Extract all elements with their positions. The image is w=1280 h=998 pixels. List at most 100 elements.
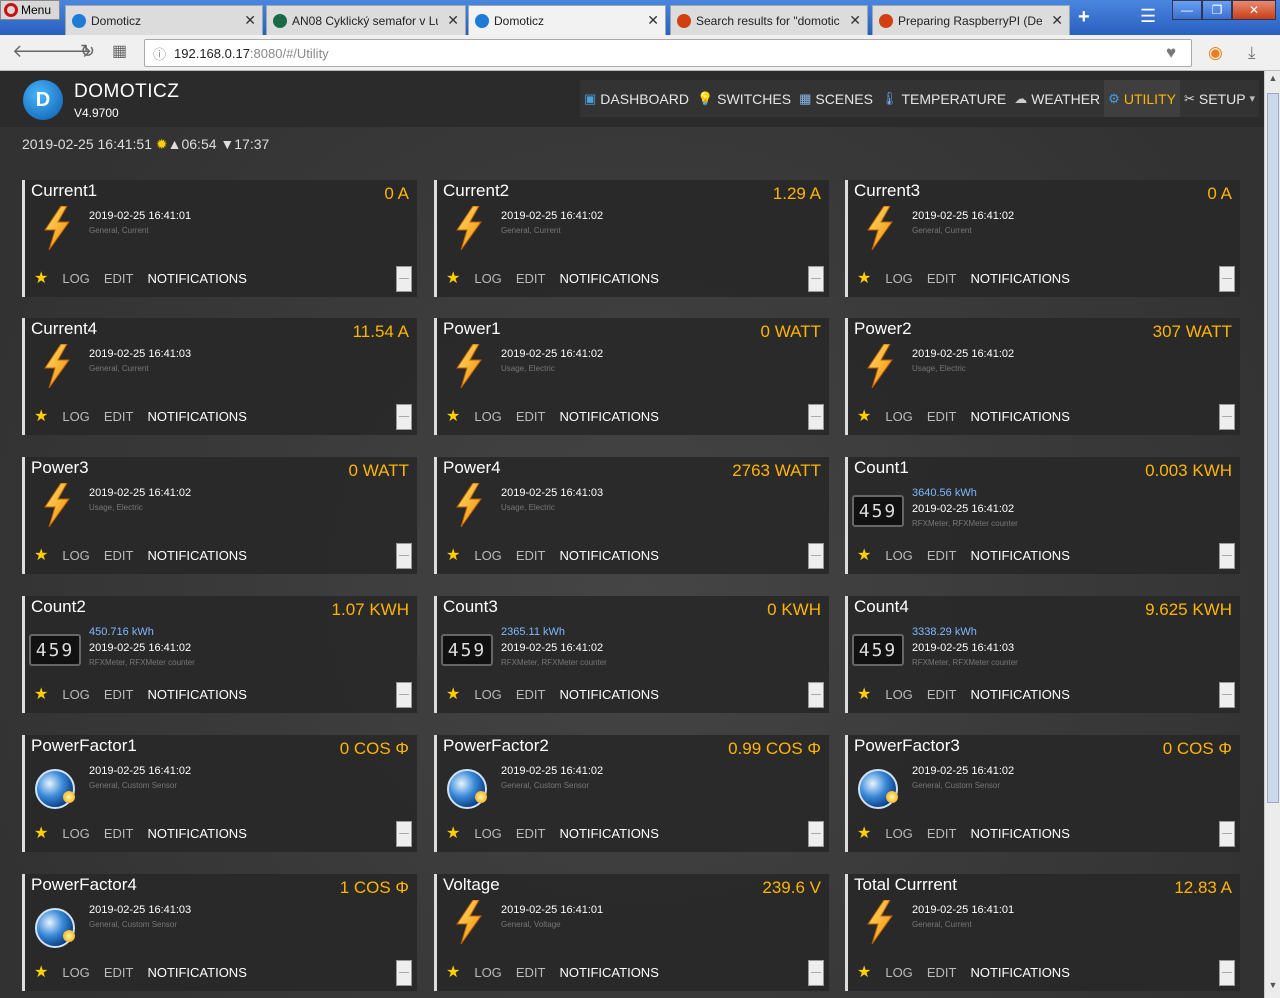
domoticz-logo-icon[interactable]: D: [23, 80, 63, 120]
notifications-link[interactable]: NOTIFICATIONS: [970, 687, 1069, 702]
log-link[interactable]: LOG: [62, 687, 89, 702]
favorite-star-icon[interactable]: ★: [857, 962, 871, 982]
edit-link[interactable]: EDIT: [104, 965, 134, 980]
maximize-button[interactable]: ❐: [1202, 0, 1232, 20]
log-link[interactable]: LOG: [885, 271, 912, 286]
browser-menu-button[interactable]: Menu: [0, 0, 60, 20]
notifications-link[interactable]: NOTIFICATIONS: [147, 965, 246, 980]
edit-link[interactable]: EDIT: [516, 687, 546, 702]
order-spinner[interactable]: [808, 404, 824, 430]
notifications-link[interactable]: NOTIFICATIONS: [970, 826, 1069, 841]
notifications-link[interactable]: NOTIFICATIONS: [147, 826, 246, 841]
log-link[interactable]: LOG: [885, 826, 912, 841]
order-spinner[interactable]: [396, 682, 412, 708]
edit-link[interactable]: EDIT: [927, 687, 957, 702]
order-spinner[interactable]: [396, 266, 412, 292]
nav-temperature[interactable]: 🌡 TEMPERATURE: [877, 80, 1010, 117]
notifications-link[interactable]: NOTIFICATIONS: [559, 965, 658, 980]
reload-icon[interactable]: ↻: [80, 41, 95, 62]
log-link[interactable]: LOG: [62, 965, 89, 980]
notifications-link[interactable]: NOTIFICATIONS: [147, 271, 246, 286]
nav-scenes[interactable]: ▦ SCENES: [795, 80, 877, 117]
favorite-star-icon[interactable]: ★: [446, 962, 460, 982]
order-spinner[interactable]: [1219, 960, 1235, 986]
tab-menu-icon[interactable]: ☰: [1140, 6, 1156, 27]
edit-link[interactable]: EDIT: [104, 826, 134, 841]
log-link[interactable]: LOG: [474, 271, 501, 286]
notifications-link[interactable]: NOTIFICATIONS: [970, 409, 1069, 424]
scroll-up-icon[interactable]: ▲: [1265, 73, 1280, 89]
browser-tab[interactable]: Domoticz ✕: [65, 5, 263, 35]
extension-icon[interactable]: ◉: [1208, 43, 1223, 63]
edit-link[interactable]: EDIT: [516, 548, 546, 563]
notifications-link[interactable]: NOTIFICATIONS: [559, 826, 658, 841]
order-spinner[interactable]: [396, 543, 412, 569]
scrollbar-thumb[interactable]: [1267, 93, 1279, 803]
tab-close-icon[interactable]: ✕: [647, 12, 659, 29]
nav-utility[interactable]: ⚙ UTILITY: [1104, 80, 1180, 117]
favorite-star-icon[interactable]: ★: [857, 684, 871, 704]
notifications-link[interactable]: NOTIFICATIONS: [970, 271, 1069, 286]
order-spinner[interactable]: [1219, 543, 1235, 569]
order-spinner[interactable]: [808, 821, 824, 847]
edit-link[interactable]: EDIT: [927, 271, 957, 286]
nav-dashboard[interactable]: ▣ DASHBOARD: [580, 80, 693, 117]
edit-link[interactable]: EDIT: [104, 409, 134, 424]
order-spinner[interactable]: [396, 404, 412, 430]
edit-link[interactable]: EDIT: [104, 271, 134, 286]
minimize-button[interactable]: —: [1172, 0, 1202, 20]
favorite-star-icon[interactable]: ★: [857, 823, 871, 843]
favorite-star-icon[interactable]: ★: [857, 545, 871, 565]
notifications-link[interactable]: NOTIFICATIONS: [147, 687, 246, 702]
order-spinner[interactable]: [1219, 266, 1235, 292]
site-info-icon[interactable]: ⓘ: [153, 44, 166, 63]
favorite-star-icon[interactable]: ★: [34, 962, 48, 982]
page-scrollbar[interactable]: ▲ ▼: [1264, 71, 1280, 998]
order-spinner[interactable]: [808, 960, 824, 986]
edit-link[interactable]: EDIT: [516, 271, 546, 286]
log-link[interactable]: LOG: [885, 687, 912, 702]
edit-link[interactable]: EDIT: [927, 548, 957, 563]
order-spinner[interactable]: [808, 266, 824, 292]
log-link[interactable]: LOG: [62, 826, 89, 841]
favorite-star-icon[interactable]: ★: [446, 545, 460, 565]
browser-tab[interactable]: AN08 Cyklický semafor v Lua p ✕: [266, 5, 466, 35]
log-link[interactable]: LOG: [474, 548, 501, 563]
favorite-star-icon[interactable]: ★: [34, 268, 48, 288]
edit-link[interactable]: EDIT: [927, 826, 957, 841]
edit-link[interactable]: EDIT: [516, 826, 546, 841]
url-input[interactable]: ⓘ 192.168.0.17 :8080/#/Utility: [144, 39, 1192, 67]
browser-tab[interactable]: Search results for "domoticz lo ✕: [670, 5, 868, 35]
speed-dial-icon[interactable]: ▦: [112, 41, 127, 61]
favorite-star-icon[interactable]: ★: [34, 545, 48, 565]
edit-link[interactable]: EDIT: [516, 409, 546, 424]
notifications-link[interactable]: NOTIFICATIONS: [970, 965, 1069, 980]
favorite-star-icon[interactable]: ★: [446, 684, 460, 704]
bookmark-heart-icon[interactable]: ♥: [1166, 43, 1176, 63]
edit-link[interactable]: EDIT: [516, 965, 546, 980]
favorite-star-icon[interactable]: ★: [34, 823, 48, 843]
log-link[interactable]: LOG: [62, 271, 89, 286]
edit-link[interactable]: EDIT: [927, 409, 957, 424]
download-icon[interactable]: ⤓: [1248, 43, 1256, 63]
order-spinner[interactable]: [396, 960, 412, 986]
log-link[interactable]: LOG: [885, 965, 912, 980]
order-spinner[interactable]: [808, 682, 824, 708]
order-spinner[interactable]: [396, 821, 412, 847]
window-close-button[interactable]: ✕: [1232, 0, 1276, 20]
nav-switches[interactable]: 💡 SWITCHES: [693, 80, 795, 117]
edit-link[interactable]: EDIT: [104, 548, 134, 563]
new-tab-button[interactable]: +: [1078, 6, 1090, 29]
browser-tab[interactable]: Preparing RaspberryPI (Debian ✕: [872, 5, 1070, 35]
notifications-link[interactable]: NOTIFICATIONS: [559, 409, 658, 424]
notifications-link[interactable]: NOTIFICATIONS: [559, 271, 658, 286]
favorite-star-icon[interactable]: ★: [446, 268, 460, 288]
scroll-down-icon[interactable]: ▼: [1265, 980, 1280, 996]
log-link[interactable]: LOG: [474, 826, 501, 841]
log-link[interactable]: LOG: [62, 548, 89, 563]
order-spinner[interactable]: [1219, 404, 1235, 430]
tab-close-icon[interactable]: ✕: [244, 12, 256, 29]
notifications-link[interactable]: NOTIFICATIONS: [147, 548, 246, 563]
tab-close-icon[interactable]: ✕: [447, 12, 459, 29]
log-link[interactable]: LOG: [885, 409, 912, 424]
